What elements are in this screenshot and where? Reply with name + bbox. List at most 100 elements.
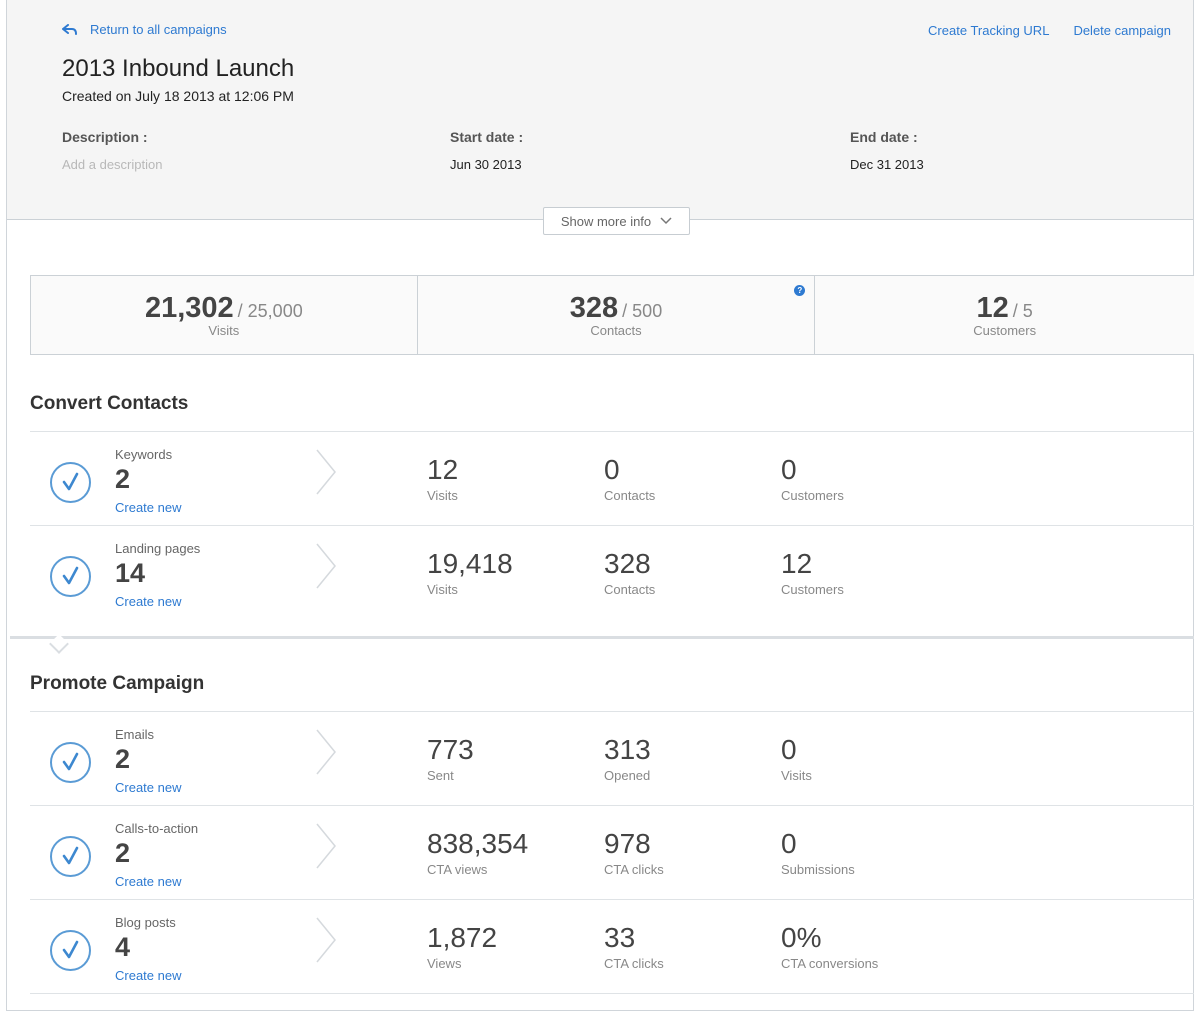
- asset-count: 2: [115, 464, 131, 494]
- asset-name: Landing pages: [115, 541, 201, 556]
- end-date-block: End date : Dec 31 2013: [850, 129, 924, 172]
- stat-caption: Customers: [781, 582, 844, 597]
- stat-caption: Sent: [427, 768, 454, 783]
- summary-visits: 21,302/ 25,000 Visits: [31, 276, 418, 354]
- start-date-block: Start date : Jun 30 2013: [450, 129, 523, 172]
- chevron-right-icon: [316, 729, 336, 775]
- row-stat: 19,418 Visits: [427, 548, 513, 597]
- row-stat: 773 Sent: [427, 734, 474, 783]
- created-date: Created on July 18 2013 at 12:06 PM: [62, 88, 294, 104]
- stat-value: 0: [781, 734, 797, 765]
- stat-value: 313: [604, 734, 651, 765]
- row-stat: 0 Submissions: [781, 828, 855, 877]
- stat-value: 0: [781, 828, 797, 859]
- summary-contacts-goal: / 500: [622, 301, 663, 321]
- row-stat: 33 CTA clicks: [604, 922, 664, 971]
- start-date-value: Jun 30 2013: [450, 157, 522, 172]
- stat-value: 19,418: [427, 548, 513, 579]
- add-description-field[interactable]: Add a description: [62, 157, 162, 172]
- stat-value: 12: [781, 548, 813, 579]
- asset-name: Calls-to-action: [115, 821, 199, 836]
- create-new-link[interactable]: Create new: [115, 500, 181, 515]
- create-tracking-url-link[interactable]: Create Tracking URL: [928, 23, 1049, 38]
- end-date-value: Dec 31 2013: [850, 157, 924, 172]
- stat-caption: Customers: [781, 488, 844, 503]
- summary-visits-goal: / 25,000: [237, 301, 303, 321]
- summary-customers-value: 12: [976, 292, 1009, 324]
- row-stat: 0 Contacts: [604, 454, 655, 503]
- asset-row-keywords[interactable]: Keywords 2 Create new 12 Visits 0 Contacts 0 Cus…: [30, 431, 1194, 525]
- create-new-link[interactable]: Create new: [115, 968, 181, 983]
- asset-count: 4: [115, 932, 131, 962]
- list-bottom-border: [30, 993, 1194, 994]
- description-label: Description :: [62, 129, 148, 145]
- stat-value: 33: [604, 922, 636, 953]
- return-to-campaigns-link[interactable]: Return to all campaigns: [62, 22, 227, 37]
- stat-value: 0: [781, 454, 797, 485]
- stat-caption: Contacts: [604, 488, 656, 503]
- stat-value: 12: [427, 454, 459, 485]
- asset-row-blog-posts[interactable]: Blog posts 4 Create new 1,872 Views 33 CTA cli…: [30, 899, 1194, 993]
- stat-value: 328: [604, 548, 651, 579]
- chevron-right-icon: [316, 543, 336, 589]
- asset-row-landing-pages[interactable]: Landing pages 14 Create new 19,418 Visits 328…: [30, 525, 1194, 619]
- campaign-summary: 21,302/ 25,000 Visits ? 328/ 500 Contact…: [30, 275, 1194, 355]
- row-stat: 0 Customers: [781, 454, 844, 503]
- create-new-link[interactable]: Create new: [115, 780, 181, 795]
- summary-customers: 12/ 5 Customers: [815, 276, 1194, 354]
- stat-caption: Views: [427, 956, 462, 971]
- stat-caption: Submissions: [781, 862, 855, 877]
- asset-row-emails[interactable]: Emails 2 Create new 773 Sent 313 Opened 0 Visits: [30, 711, 1194, 805]
- chevron-right-icon: [316, 449, 336, 495]
- stat-value: 0: [604, 454, 620, 485]
- start-date-label: Start date :: [450, 129, 524, 145]
- asset-count: 2: [115, 838, 131, 868]
- asset-name: Blog posts: [115, 915, 176, 930]
- page-title: 2013 Inbound Launch: [62, 55, 295, 82]
- summary-visits-label: Visits: [208, 323, 240, 338]
- row-stat: 0 Visits: [781, 734, 812, 783]
- delete-campaign-link[interactable]: Delete campaign: [1073, 23, 1171, 38]
- chevron-right-icon: [316, 917, 336, 963]
- stat-caption: Contacts: [604, 582, 656, 597]
- stat-caption: Opened: [604, 768, 651, 783]
- end-date-label: End date :: [850, 129, 918, 145]
- asset-name: Keywords: [115, 447, 173, 462]
- show-more-info-button[interactable]: Show more info: [543, 207, 690, 235]
- summary-contacts-label: Contacts: [590, 323, 642, 338]
- stat-caption: CTA conversions: [781, 956, 879, 971]
- help-icon[interactable]: ?: [794, 285, 806, 296]
- asset-row-calls-to-action[interactable]: Calls-to-action 2 Create new 838,354 CTA vie…: [30, 805, 1194, 899]
- summary-customers-label: Customers: [973, 323, 1037, 338]
- stat-caption: CTA clicks: [604, 956, 664, 971]
- stat-caption: Visits: [427, 582, 458, 597]
- section-divider: [10, 636, 1194, 639]
- create-new-link[interactable]: Create new: [115, 874, 181, 889]
- check-circle-icon: [50, 462, 91, 503]
- check-circle-icon: [50, 836, 91, 877]
- chevron-down-icon: [660, 217, 672, 225]
- show-more-label: Show more info: [560, 213, 652, 229]
- convert-contacts-title: Convert Contacts: [30, 393, 189, 414]
- summary-customers-goal: / 5: [1012, 301, 1033, 321]
- header-actions: Create Tracking URL Delete campaign: [928, 23, 1171, 38]
- stat-value: 0%: [781, 922, 822, 953]
- back-arrow-icon: [62, 23, 77, 35]
- row-stat: 978 CTA clicks: [604, 828, 664, 877]
- asset-name: Emails: [115, 727, 155, 742]
- description-block: Description : Add a description: [62, 129, 162, 172]
- check-circle-icon: [50, 930, 91, 971]
- row-stat: 1,872 Views: [427, 922, 497, 971]
- row-stat: 0% CTA conversions: [781, 922, 878, 971]
- stat-caption: Visits: [427, 488, 458, 503]
- stat-caption: CTA views: [427, 862, 488, 877]
- stat-caption: Visits: [781, 768, 812, 783]
- row-stat: 313 Opened: [604, 734, 651, 783]
- campaign-header: Return to all campaigns Create Tracking …: [7, 0, 1193, 220]
- stat-value: 838,354: [427, 828, 529, 859]
- check-circle-icon: [50, 556, 91, 597]
- summary-contacts: ? 328/ 500 Contacts: [418, 276, 816, 354]
- summary-visits-value: 21,302: [144, 292, 234, 324]
- row-stat: 838,354 CTA views: [427, 828, 528, 877]
- create-new-link[interactable]: Create new: [115, 594, 181, 609]
